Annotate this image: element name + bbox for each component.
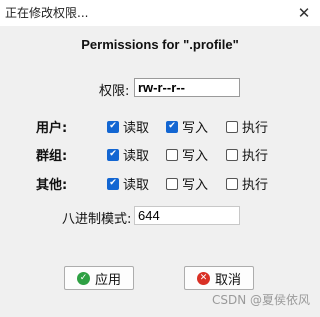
- user-write-checkbox[interactable]: ✔ 写入: [166, 117, 208, 136]
- close-button[interactable]: ✕: [288, 0, 320, 26]
- row-label-others: 其他:: [36, 178, 68, 193]
- checkbox-label: 执行: [242, 121, 269, 136]
- watermark: CSDN @夏侯依风: [211, 293, 310, 307]
- checkbox-unchecked-icon: [226, 120, 238, 133]
- dialog-heading: Permissions for ".profile": [81, 37, 239, 52]
- others-read-checkbox[interactable]: ✔ 读取: [107, 174, 149, 193]
- group-read-checkbox[interactable]: ✔ 读取: [107, 145, 149, 164]
- checkbox-checked-icon: ✔: [107, 120, 119, 133]
- row-label-group: 群组:: [36, 149, 68, 164]
- checkbox-label: 写入: [182, 149, 209, 164]
- checkbox-checked-icon: ✔: [107, 177, 119, 190]
- x-circle-icon: ✕: [196, 271, 210, 285]
- checkbox-label: 读取: [123, 178, 150, 193]
- checkbox-label: 写入: [182, 178, 209, 193]
- checkbox-unchecked-icon: [226, 177, 238, 190]
- others-exec-checkbox[interactable]: 执行: [226, 174, 268, 193]
- checkbox-checked-icon: ✔: [166, 120, 178, 133]
- checkbox-label: 读取: [123, 149, 150, 164]
- checkbox-unchecked-icon: [166, 177, 178, 190]
- checkbox-checked-icon: ✔: [107, 148, 119, 161]
- title-bar: 正在修改权限... ✕: [0, 0, 320, 26]
- checkbox-label: 执行: [242, 149, 269, 164]
- window-title: 正在修改权限...: [5, 6, 89, 20]
- group-exec-checkbox[interactable]: 执行: [226, 145, 268, 164]
- checkbox-label: 读取: [123, 121, 150, 136]
- cancel-button-label: 取消: [214, 272, 241, 288]
- permissions-label: 权限:: [99, 84, 130, 99]
- permissions-input[interactable]: [134, 78, 240, 97]
- checkbox-unchecked-icon: [166, 148, 178, 161]
- close-icon: ✕: [297, 4, 311, 22]
- checkbox-unchecked-icon: [226, 148, 238, 161]
- group-write-checkbox[interactable]: 写入: [166, 145, 208, 164]
- row-label-user: 用户:: [36, 121, 68, 136]
- user-read-checkbox[interactable]: ✔ 读取: [107, 117, 149, 136]
- octal-mode-label: 八进制模式:: [62, 212, 132, 227]
- octal-mode-input[interactable]: [134, 206, 240, 225]
- check-circle-icon: ✓: [76, 271, 90, 285]
- apply-button-label: 应用: [94, 272, 121, 288]
- cancel-button[interactable]: ✕ 取消: [184, 266, 254, 290]
- apply-button[interactable]: ✓ 应用: [64, 266, 134, 290]
- others-write-checkbox[interactable]: 写入: [166, 174, 208, 193]
- checkbox-label: 执行: [242, 178, 269, 193]
- checkbox-label: 写入: [182, 121, 209, 136]
- user-exec-checkbox[interactable]: 执行: [226, 117, 268, 136]
